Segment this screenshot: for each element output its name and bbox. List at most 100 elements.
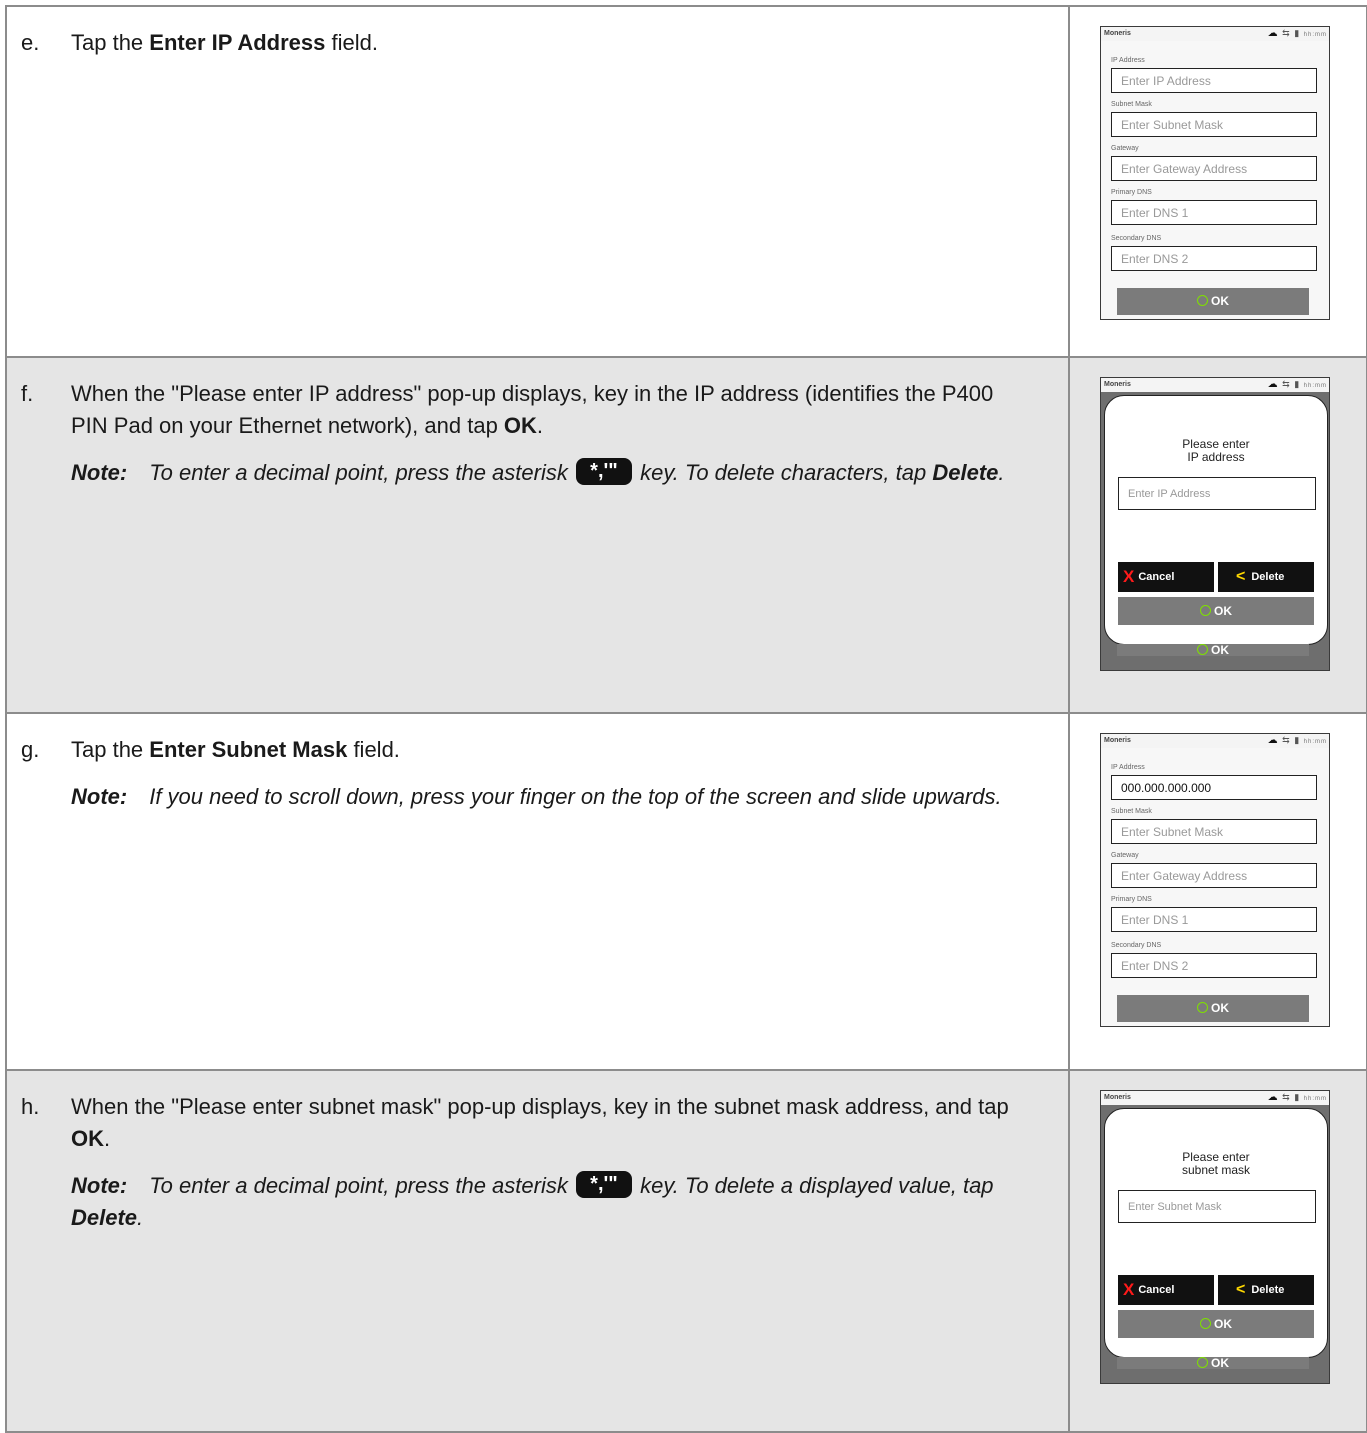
sync-icon: ⇆ [1282, 735, 1291, 745]
device-screenshot: Moneris ☁ ⇆ ▮ hh:mm Please enter subnet m… [1100, 1090, 1330, 1384]
popup-ok-button[interactable]: OK [1118, 1310, 1314, 1338]
battery-icon: ▮ [1294, 28, 1301, 38]
dns2-field[interactable]: Enter DNS 2 [1111, 953, 1317, 978]
background-ok-button: OK [1117, 644, 1309, 656]
step-letter: f. [21, 381, 34, 406]
step-row-g: g. Tap the Enter Subnet Mask field. Note… [5, 712, 1367, 1071]
gateway-field[interactable]: Enter Gateway Address [1111, 156, 1317, 181]
sync-icon: ⇆ [1282, 28, 1291, 38]
step-letter: h. [21, 1094, 40, 1119]
subnet-label: Subnet Mask [1111, 101, 1152, 108]
step-note: Note: If you need to scroll down, press y… [71, 784, 1002, 809]
ok-circle-icon [1197, 644, 1208, 655]
status-bar: Moneris ☁ ⇆ ▮ hh:mm [1101, 734, 1329, 748]
ip-address-field[interactable]: 000.000.000.000 [1111, 775, 1317, 800]
status-bar: Moneris ☁ ⇆ ▮ hh:mm [1101, 27, 1329, 41]
popup-title: Please enter subnet mask [1181, 1150, 1251, 1177]
brand-label: Moneris [1104, 381, 1131, 388]
subnet-mask-field[interactable]: Enter Subnet Mask [1111, 112, 1317, 137]
ip-address-popup: Please enter IP address Enter IP Address … [1104, 395, 1328, 645]
step-letter: g. [21, 737, 40, 762]
step-instruction: Tap the Enter IP Address field. [71, 30, 378, 55]
device-screenshot: Moneris ☁ ⇆ ▮ hh:mm IP Address Enter IP … [1100, 26, 1330, 320]
sync-icon: ⇆ [1282, 379, 1291, 389]
ok-circle-icon [1197, 1357, 1208, 1368]
background-ok-button: OK [1117, 1357, 1309, 1369]
step-instruction: When the "Please enter IP address" pop-u… [71, 381, 994, 438]
asterisk-key-icon: *,'" [575, 1171, 632, 1198]
step-instruction: When the "Please enter subnet mask" pop-… [71, 1094, 1009, 1151]
step-image-cell: Moneris ☁ ⇆ ▮ hh:mm Please enter IP addre… [1068, 356, 1367, 714]
ok-button[interactable]: OK [1117, 995, 1309, 1022]
brand-label: Moneris [1104, 737, 1131, 744]
step-row-h: h. When the "Please enter subnet mask" p… [5, 1069, 1367, 1433]
battery-icon: ▮ [1294, 735, 1301, 745]
cancel-button[interactable]: X Cancel [1118, 562, 1214, 592]
x-icon: X [1123, 1280, 1135, 1299]
cloud-icon: ☁ [1267, 735, 1279, 746]
dns1-field[interactable]: Enter DNS 1 [1111, 200, 1317, 225]
ip-label: IP Address [1111, 764, 1145, 771]
gateway-label: Gateway [1111, 852, 1139, 859]
step-image-cell: Moneris ☁ ⇆ ▮ hh:mm IP Address Enter IP … [1068, 5, 1367, 358]
step-row-e: e. Tap the Enter IP Address field. Moner… [5, 5, 1367, 358]
battery-icon: ▮ [1294, 379, 1301, 389]
dns2-field[interactable]: Enter DNS 2 [1111, 246, 1317, 271]
brand-label: Moneris [1104, 1094, 1131, 1101]
step-note: Note: To enter a decimal point, press the… [71, 458, 1005, 485]
cloud-icon: ☁ [1267, 1092, 1279, 1103]
dns1-field[interactable]: Enter DNS 1 [1111, 907, 1317, 932]
step-image-cell: Moneris ☁ ⇆ ▮ hh:mm IP Address 000.000.0… [1068, 712, 1367, 1071]
step-instruction: Tap the Enter Subnet Mask field. [71, 737, 400, 762]
popup-subnet-input[interactable]: Enter Subnet Mask [1118, 1190, 1316, 1223]
cancel-button[interactable]: X Cancel [1118, 1275, 1214, 1305]
back-arrow-icon: < [1236, 568, 1246, 585]
cloud-icon: ☁ [1267, 28, 1279, 39]
step-text-cell: g. Tap the Enter Subnet Mask field. Note… [5, 712, 1070, 1071]
step-note: Note: To enter a decimal point, press the… [71, 1171, 994, 1230]
sync-icon: ⇆ [1282, 1092, 1291, 1102]
step-image-cell: Moneris ☁ ⇆ ▮ hh:mm Please enter subnet m… [1068, 1069, 1367, 1433]
clock-label: hh:mm [1303, 1096, 1327, 1102]
clock-label: hh:mm [1303, 383, 1327, 389]
back-arrow-icon: < [1236, 1281, 1246, 1298]
gateway-field[interactable]: Enter Gateway Address [1111, 863, 1317, 888]
ip-address-field[interactable]: Enter IP Address [1111, 68, 1317, 93]
dns1-label: Primary DNS [1111, 896, 1152, 903]
cloud-icon: ☁ [1267, 379, 1279, 390]
popup-title: Please enter IP address [1182, 437, 1250, 464]
dns2-label: Secondary DNS [1111, 235, 1162, 242]
ok-circle-icon [1200, 605, 1211, 616]
battery-icon: ▮ [1294, 1092, 1301, 1102]
step-text-cell: f. When the "Please enter IP address" po… [5, 356, 1070, 714]
clock-label: hh:mm [1303, 32, 1327, 38]
ok-circle-icon [1200, 1318, 1211, 1329]
asterisk-key-icon: *,'" [575, 458, 632, 485]
dns2-label: Secondary DNS [1111, 942, 1162, 949]
brand-label: Moneris [1104, 30, 1131, 37]
ip-label: IP Address [1111, 57, 1145, 64]
device-screenshot: Moneris ☁ ⇆ ▮ hh:mm Please enter IP addre… [1100, 377, 1330, 671]
dns1-label: Primary DNS [1111, 189, 1152, 196]
subnet-mask-popup: Please enter subnet mask Enter Subnet Mas… [1104, 1108, 1328, 1358]
delete-button[interactable]: < Delete [1218, 562, 1314, 592]
ok-circle-icon [1197, 1002, 1208, 1013]
ok-circle-icon [1197, 295, 1208, 306]
subnet-mask-field[interactable]: Enter Subnet Mask [1111, 819, 1317, 844]
status-bar: Moneris ☁ ⇆ ▮ hh:mm [1101, 1091, 1329, 1105]
x-icon: X [1123, 567, 1135, 586]
step-row-f: f. When the "Please enter IP address" po… [5, 356, 1367, 714]
delete-button[interactable]: < Delete [1218, 1275, 1314, 1305]
step-text-cell: h. When the "Please enter subnet mask" p… [5, 1069, 1070, 1433]
popup-ip-input[interactable]: Enter IP Address [1118, 477, 1316, 510]
device-screenshot: Moneris ☁ ⇆ ▮ hh:mm IP Address 000.000.0… [1100, 733, 1330, 1027]
clock-label: hh:mm [1303, 739, 1327, 745]
subnet-label: Subnet Mask [1111, 808, 1152, 815]
step-text-cell: e. Tap the Enter IP Address field. [5, 5, 1070, 358]
status-bar: Moneris ☁ ⇆ ▮ hh:mm [1101, 378, 1329, 392]
popup-ok-button[interactable]: OK [1118, 597, 1314, 625]
steps-table: e. Tap the Enter IP Address field. Moner… [5, 5, 1367, 1433]
step-letter: e. [21, 30, 40, 55]
gateway-label: Gateway [1111, 145, 1139, 152]
ok-button[interactable]: OK [1117, 288, 1309, 315]
